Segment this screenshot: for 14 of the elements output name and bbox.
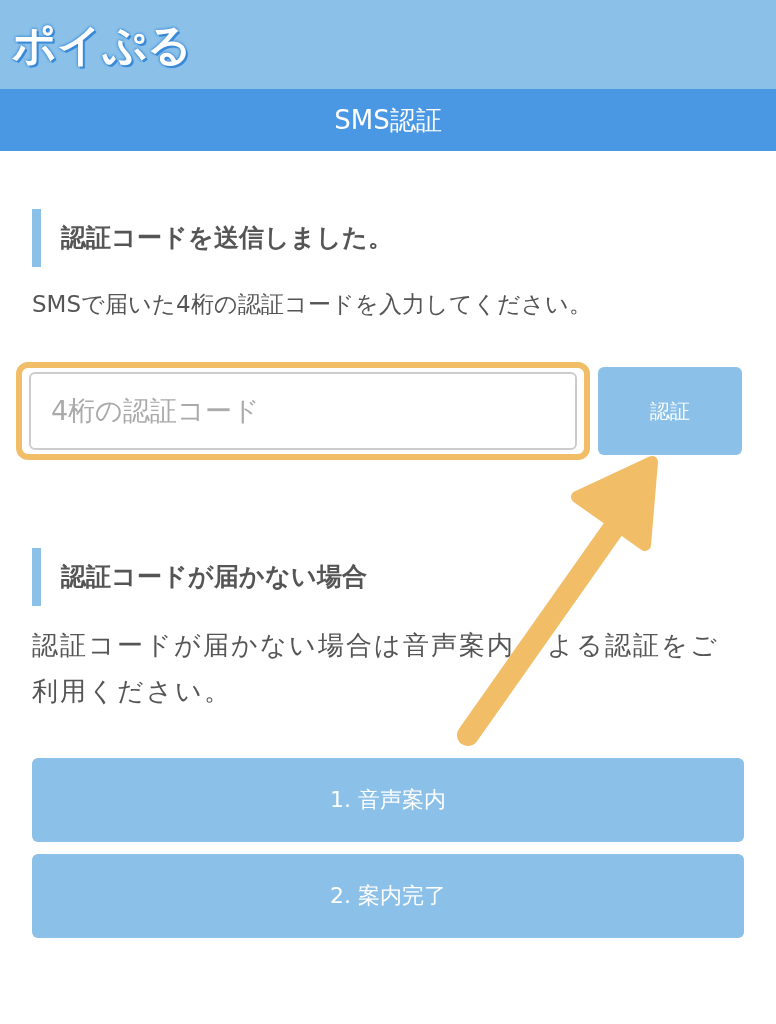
- heading-accent-bar: [32, 547, 41, 606]
- section-heading: 認証コードが届かない場合: [61, 560, 367, 593]
- section-heading: 認証コードを送信しました。: [61, 222, 393, 255]
- fallback-text: よる認証をご: [547, 629, 719, 660]
- verify-button[interactable]: 認証: [598, 366, 742, 455]
- logo[interactable]: ポイぷる: [12, 11, 192, 78]
- option-button[interactable]: 1. 音声案内: [32, 757, 744, 842]
- code-input-field[interactable]: 4桁の認証コード: [16, 361, 590, 460]
- heading-accent-bar: [32, 209, 41, 267]
- fallback-text: 認証コードが届かない場合は音声案内: [32, 629, 515, 660]
- instruction-text: SMSで届いた4桁の認証コードを入力してください。: [32, 290, 593, 319]
- fallback-text: 利用ください。: [32, 675, 232, 706]
- option-button[interactable]: 2. 案内完了: [32, 853, 744, 938]
- page-title: SMS認証: [334, 103, 442, 137]
